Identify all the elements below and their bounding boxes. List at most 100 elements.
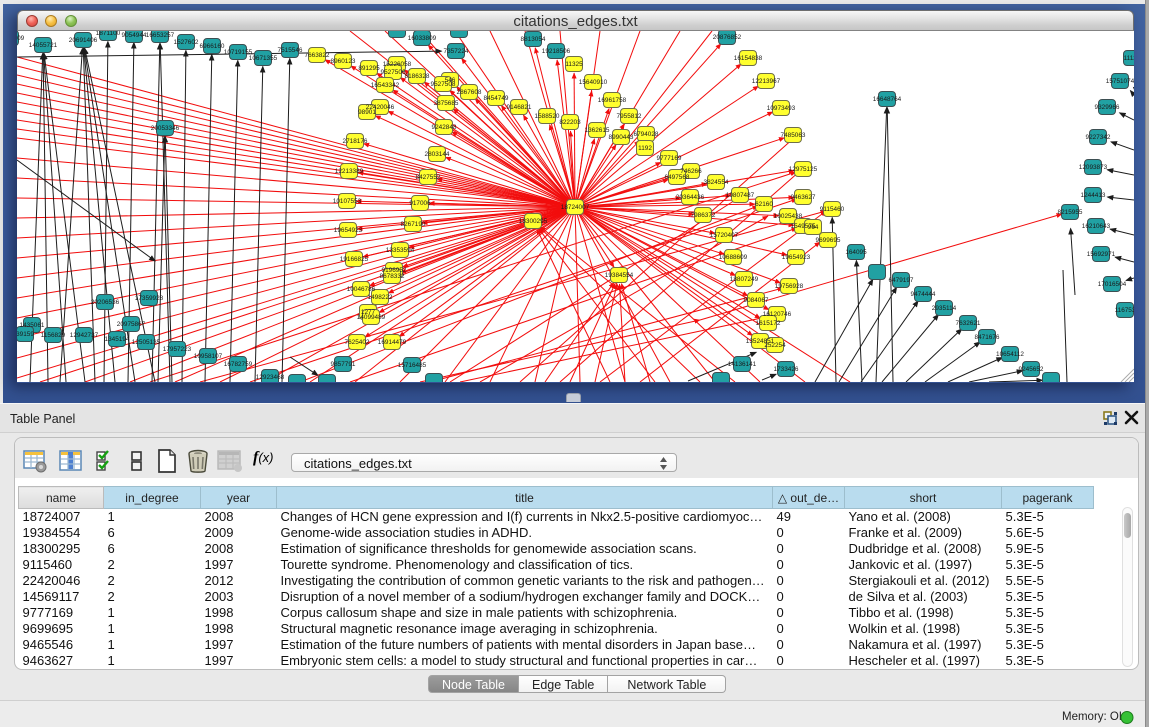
svg-text:19654923: 19654923 (782, 254, 811, 261)
svg-text:10107553: 10107553 (333, 198, 362, 205)
svg-text:9245652: 9245652 (1019, 366, 1044, 373)
svg-text:15640910: 15640910 (579, 79, 608, 86)
svg-text:8471676: 8471676 (975, 334, 1000, 341)
svg-text:12213967: 12213967 (752, 78, 781, 85)
svg-text:10046786: 10046786 (347, 286, 376, 293)
svg-text:16961758: 16961758 (598, 97, 627, 104)
svg-text:9527508: 9527508 (431, 81, 456, 88)
svg-text:17957223: 17957223 (163, 346, 192, 353)
svg-text:6497568: 6497568 (665, 174, 690, 181)
svg-text:2803144: 2803144 (425, 151, 450, 158)
svg-text:19384554: 19384554 (605, 272, 634, 279)
svg-text:7986372: 7986372 (691, 212, 716, 219)
svg-text:19218506: 19218506 (542, 48, 571, 55)
svg-text:1362615: 1362615 (585, 127, 610, 134)
svg-text:917006: 917006 (409, 200, 431, 207)
svg-text:7663822: 7663822 (305, 52, 330, 59)
svg-text:6794028: 6794028 (634, 131, 659, 138)
svg-text:3875685: 3875685 (434, 100, 459, 107)
svg-text:15716485: 15716485 (398, 362, 427, 369)
svg-text:19654923: 19654923 (334, 227, 363, 234)
svg-text:8186328: 8186328 (405, 73, 430, 80)
svg-text:9227342: 9227342 (1086, 134, 1111, 141)
svg-text:16653257: 16653257 (146, 32, 175, 39)
svg-text:9329966: 9329966 (1095, 104, 1120, 111)
svg-text:1733426: 1733426 (774, 366, 799, 373)
svg-text:13353594: 13353594 (386, 247, 415, 254)
svg-text:16120746: 16120746 (763, 311, 792, 318)
svg-text:15720407: 15720407 (710, 232, 739, 239)
svg-text:20975867: 20975867 (117, 321, 146, 328)
svg-text:10654112: 10654112 (996, 351, 1024, 358)
svg-text:10671355: 10671355 (249, 55, 278, 62)
svg-text:8678332: 8678332 (380, 273, 405, 280)
svg-text:822203: 822203 (559, 119, 581, 126)
svg-text:8960123: 8960123 (331, 58, 356, 65)
svg-text:1345194: 1345194 (105, 336, 130, 343)
svg-text:20876852: 20876852 (713, 34, 742, 41)
svg-text:20206536: 20206536 (91, 299, 120, 306)
svg-text:9054944: 9054944 (122, 32, 147, 39)
svg-text:18807249: 18807249 (730, 276, 759, 283)
svg-text:7485063: 7485063 (781, 132, 806, 139)
svg-text:16648764: 16648764 (873, 96, 902, 103)
svg-text:10973493: 10973493 (767, 105, 796, 112)
svg-text:1435061: 1435061 (20, 322, 45, 329)
svg-text:16210643: 16210643 (1082, 223, 1111, 230)
svg-text:16053809: 16053809 (17, 35, 25, 42)
svg-text:9857791: 9857791 (331, 361, 356, 368)
svg-text:2935114: 2935114 (932, 305, 957, 312)
svg-text:2718176: 2718176 (343, 138, 368, 145)
svg-text:964: 964 (808, 224, 819, 231)
svg-text:62160: 62160 (755, 201, 773, 208)
svg-text:8267190: 8267190 (401, 221, 426, 228)
svg-text:10688609: 10688609 (719, 254, 748, 261)
svg-text:9115460: 9115460 (820, 206, 845, 213)
svg-text:17359928: 17359928 (135, 295, 164, 302)
svg-text:8215955: 8215955 (1058, 209, 1083, 216)
svg-text:14055721: 14055721 (29, 42, 58, 49)
svg-text:19756928: 19756928 (775, 283, 804, 290)
svg-text:9527506: 9527506 (381, 69, 406, 76)
svg-text:39159: 39159 (17, 331, 34, 338)
svg-text:16914479: 16914479 (378, 339, 407, 346)
svg-text:6479197: 6479197 (889, 277, 914, 284)
svg-text:15692971: 15692971 (1087, 251, 1116, 258)
svg-text:12213389: 12213389 (335, 168, 364, 175)
svg-text:1615172: 1615172 (756, 320, 781, 327)
svg-text:11325: 11325 (565, 61, 583, 68)
svg-text:18300295: 18300295 (519, 218, 548, 225)
svg-text:16154838: 16154838 (734, 55, 763, 62)
svg-text:8454749: 8454749 (484, 95, 509, 102)
svg-text:20053346: 20053346 (151, 125, 180, 132)
svg-text:7515546: 7515546 (278, 47, 303, 54)
svg-text:12975125: 12975125 (789, 166, 818, 173)
svg-text:18724007: 18724007 (561, 204, 590, 211)
svg-text:6966160: 6966160 (200, 43, 225, 50)
svg-text:9463627: 9463627 (791, 194, 816, 201)
svg-text:8813054: 8813054 (521, 36, 546, 43)
svg-text:19166825: 19166825 (340, 256, 369, 263)
svg-text:8427552: 8427552 (416, 174, 441, 181)
svg-text:1244413: 1244413 (1081, 192, 1106, 199)
svg-text:10807487: 10807487 (726, 192, 755, 199)
svg-text:12942737: 12942737 (70, 332, 99, 339)
svg-text:164095: 164095 (845, 249, 867, 256)
svg-text:9146821: 9146821 (507, 104, 532, 111)
svg-text:7632621: 7632621 (956, 320, 981, 327)
svg-text:1527602: 1527602 (174, 39, 199, 46)
svg-text:20364436: 20364436 (676, 194, 705, 201)
svg-text:3824554: 3824554 (704, 179, 729, 186)
svg-text:116753: 116753 (1115, 307, 1134, 314)
svg-text:16033809: 16033809 (408, 35, 437, 42)
svg-text:11123: 11123 (1124, 55, 1134, 62)
svg-text:14099489: 14099489 (357, 314, 386, 321)
svg-text:8990443: 8990443 (609, 134, 634, 141)
svg-text:10025438: 10025438 (774, 213, 803, 220)
svg-text:9777169: 9777169 (657, 155, 682, 162)
svg-text:1192: 1192 (638, 145, 652, 152)
svg-text:15226058: 15226058 (383, 61, 412, 68)
svg-text:98901: 98901 (358, 109, 376, 116)
svg-text:12923468: 12923468 (256, 374, 285, 381)
svg-text:891295: 891295 (358, 65, 380, 72)
